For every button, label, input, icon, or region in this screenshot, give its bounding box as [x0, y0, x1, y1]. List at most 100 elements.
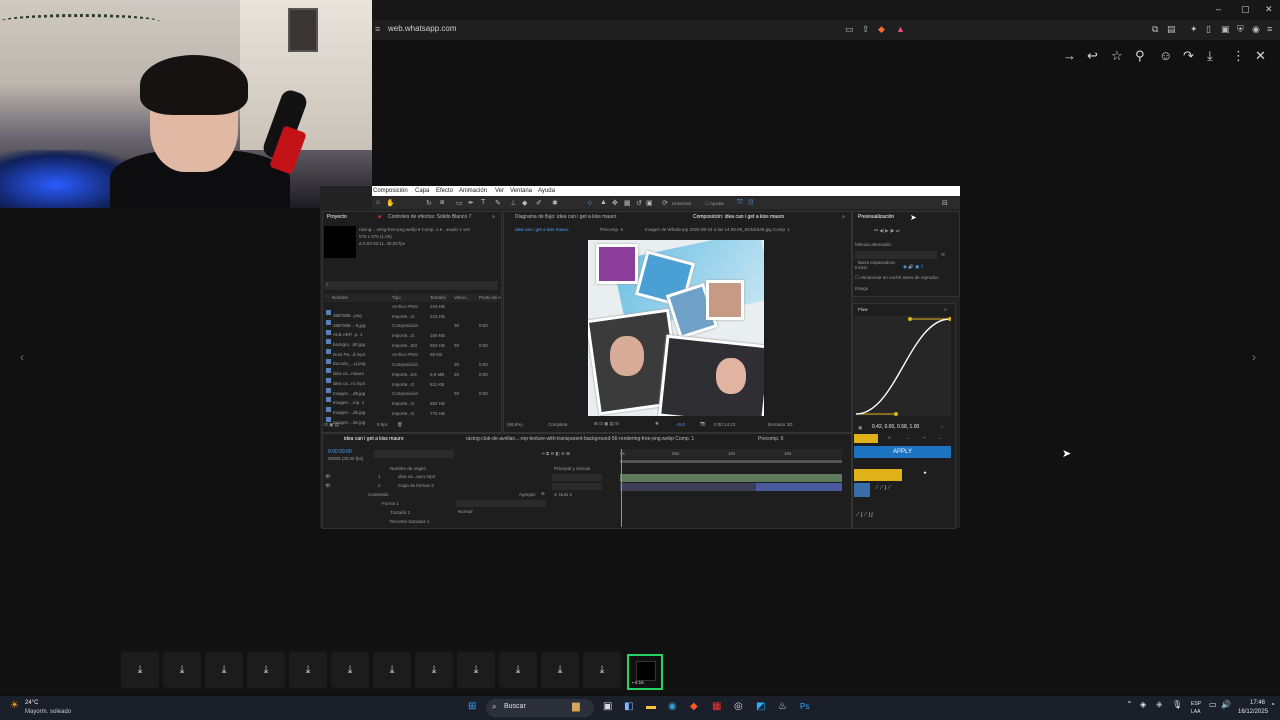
layer-1-bar[interactable] — [620, 474, 842, 482]
snap-tool-icon[interactable]: ⟳ — [662, 199, 668, 207]
panel-icon[interactable]: ▯ — [1206, 24, 1211, 35]
timeline-search-input[interactable] — [374, 450, 454, 458]
timeline-timecode[interactable]: 0:00:00:00 — [328, 449, 352, 455]
tray-app-icon[interactable]: ◈ — [1140, 700, 1146, 709]
edge-icon[interactable]: ◉ — [668, 701, 677, 712]
arrows-icon[interactable]: ⇢ — [922, 435, 926, 441]
project-search-input[interactable] — [324, 281, 498, 290]
download-button[interactable]: ⤓ — [289, 652, 327, 688]
language-code[interactable]: ESP — [1191, 701, 1201, 707]
timeline-tab-main[interactable]: idea can i get a kiss mauro — [344, 436, 403, 442]
tray-chevron-icon[interactable]: ⌃ — [1126, 700, 1133, 709]
download-button[interactable]: ⤓ — [415, 652, 453, 688]
subtab-precomp[interactable]: Precomp. 6 — [600, 227, 623, 232]
pin-icon[interactable]: ⚲ — [1135, 48, 1145, 64]
list-item[interactable]: Imagen ...d8.jpg Importe...G 511 KB — [326, 382, 494, 396]
timeline-tab-racing[interactable]: racing-club-de-avellan...-mp-texture-wit… — [466, 436, 694, 442]
github-icon[interactable]: ◎ — [734, 701, 743, 712]
favorites-star-icon[interactable]: ★ — [923, 470, 927, 476]
timeline-switches-icons[interactable]: ⇥ ⧉ ⊟ ◧ ⊛ ⊠ — [541, 451, 570, 457]
browser-menu-icon[interactable]: ≡ — [1267, 24, 1272, 34]
file-explorer-icon[interactable]: ▬ — [646, 701, 656, 712]
table-row[interactable]: 👁 2 Capa de formas 2 3. Nulo 2 — [324, 483, 619, 497]
menu-ayuda[interactable]: Ayuda — [538, 188, 555, 194]
clock-time[interactable]: 17:46 — [1250, 700, 1265, 706]
brave-rewards-icon[interactable]: ▲ — [896, 24, 905, 34]
camera-tool-icon[interactable]: ⧈ — [440, 199, 444, 207]
tray-app2-icon[interactable]: ⎈ — [1156, 700, 1162, 710]
download-button[interactable]: ⤓ — [583, 652, 621, 688]
brush-tool-icon[interactable]: ✎ — [495, 199, 501, 207]
display-icon[interactable]: ▭ — [1209, 700, 1217, 709]
list-item[interactable]: Escudo_...g.png Archivo PNG 68 KB — [326, 352, 494, 366]
trash-icon[interactable]: 🗑 — [397, 422, 403, 428]
app-red-icon[interactable]: ▦ — [712, 701, 721, 712]
download-button[interactable]: ⤓ — [457, 652, 495, 688]
viewer-timecode[interactable]: 0:00:14:23 — [714, 422, 735, 427]
apply-button[interactable]: APPLY — [854, 446, 951, 458]
view-cube-icon[interactable]: ▣ — [646, 199, 653, 207]
arrow-right-icon[interactable]: → — [906, 435, 911, 440]
zoom-dropdown[interactable]: (66,8%) — [507, 422, 523, 427]
rotate-view-icon[interactable]: ↺ — [636, 199, 642, 207]
time-ruler[interactable]: 0s 05s 10s 15s — [620, 449, 842, 459]
weather-temp[interactable]: 24°C — [25, 700, 38, 706]
trazado-item[interactable]: Trazado 1 — [390, 510, 410, 515]
shortcut-dropdown[interactable]: Barra espaciadora — [855, 251, 937, 265]
leo-icon[interactable]: ✦ — [1190, 24, 1198, 35]
steam-icon[interactable]: ♨ — [778, 701, 787, 712]
viewer-expand-icon[interactable]: » — [842, 214, 845, 220]
download-icon[interactable]: ⤓ — [1207, 48, 1213, 64]
curve-values[interactable]: 0.42, 0.00, 0.58, 1.00 — [872, 424, 919, 430]
playhead[interactable] — [621, 449, 622, 527]
maximize-button[interactable]: ▢ — [1241, 4, 1250, 15]
flow-menu-icon[interactable]: ≡ — [944, 307, 947, 312]
selection-tool-icon[interactable]: ▲ — [600, 199, 607, 206]
widgets-icon[interactable]: ◧ — [624, 701, 633, 712]
menu-composicion[interactable]: Composición — [373, 188, 408, 194]
minimize-button[interactable]: – — [1216, 4, 1221, 14]
snap-option2-icon[interactable]: ⤨ — [747, 199, 753, 207]
download-button[interactable]: ⤓ — [499, 652, 537, 688]
include-toggles[interactable]: ◉ 🔊 ▣ ⇪ — [903, 264, 924, 270]
ajustar-checkbox[interactable]: ☐ Ajustar — [705, 201, 724, 207]
quality-dropdown[interactable]: Completa — [548, 422, 567, 427]
menu-efecto[interactable]: Efecto — [436, 188, 453, 194]
reply-icon[interactable]: ↩ — [1087, 48, 1098, 64]
snap-option-icon[interactable]: ⤧ — [737, 199, 743, 207]
col-nombre[interactable]: Nombre — [332, 295, 348, 300]
speaker-icon[interactable]: 🔊 — [1221, 700, 1231, 709]
rect-tool-icon[interactable]: ▭ — [456, 199, 463, 207]
menu-capa[interactable]: Capa — [415, 188, 429, 194]
visibility-icon[interactable]: 👁 — [325, 483, 331, 489]
cache-checkbox[interactable]: ☐ Almacenar en caché antes de reproduc — [855, 275, 939, 281]
tab-controles-efectos[interactable]: Controles de efectos: Sólido Blanco 7 — [388, 214, 471, 220]
window-close-button[interactable]: ✕ — [1265, 4, 1273, 15]
download-button[interactable]: ⤓ — [541, 652, 579, 688]
bpc-label[interactable]: 8 bpc — [377, 422, 388, 427]
extensions-icon[interactable]: ⧉ — [1152, 24, 1158, 35]
table-row[interactable]: 👁 1 idea ca...auro.mp4 Ninguno — [324, 474, 619, 488]
weather-icon[interactable]: ☀ — [10, 700, 19, 711]
favorite-curve-icon[interactable]: ☆ — [940, 424, 944, 430]
more-icon[interactable]: ⋮ — [1232, 48, 1245, 64]
puppet-tool-icon[interactable]: ✱ — [552, 199, 558, 207]
task-view-icon[interactable]: ▣ — [603, 701, 612, 712]
flow-mode-button[interactable] — [854, 434, 878, 443]
list-item[interactable]: ALB.AEP...p. 1 Composición 30 0:00 — [326, 323, 494, 337]
move-tool-icon[interactable]: ✥ — [612, 199, 618, 207]
contenido-group[interactable]: Contenido — [368, 492, 389, 497]
photoshop-icon[interactable]: Ps — [800, 702, 809, 711]
preset-curves-row-2[interactable]: ⟋ ∫ ⟋ ∫ ∫ — [856, 512, 873, 518]
share-icon[interactable]: ↷ — [1183, 48, 1194, 64]
notifications-icon[interactable]: ◔ — [1270, 700, 1275, 709]
col-punto[interactable]: Punto de e — [479, 295, 501, 300]
download-button[interactable]: ⤓ — [205, 652, 243, 688]
menu-animacion[interactable]: Animación — [459, 188, 487, 194]
visibility-icon[interactable]: 👁 — [325, 474, 331, 480]
sidebar-icon[interactable]: ▤ — [1167, 24, 1176, 35]
col-tipo[interactable]: Tipo — [392, 295, 401, 300]
flow-curve-graph[interactable] — [854, 316, 952, 416]
timeline-tab-precomp[interactable]: Precomp. 6 — [758, 436, 784, 442]
stamp-tool-icon[interactable]: ⊥ — [510, 199, 516, 207]
